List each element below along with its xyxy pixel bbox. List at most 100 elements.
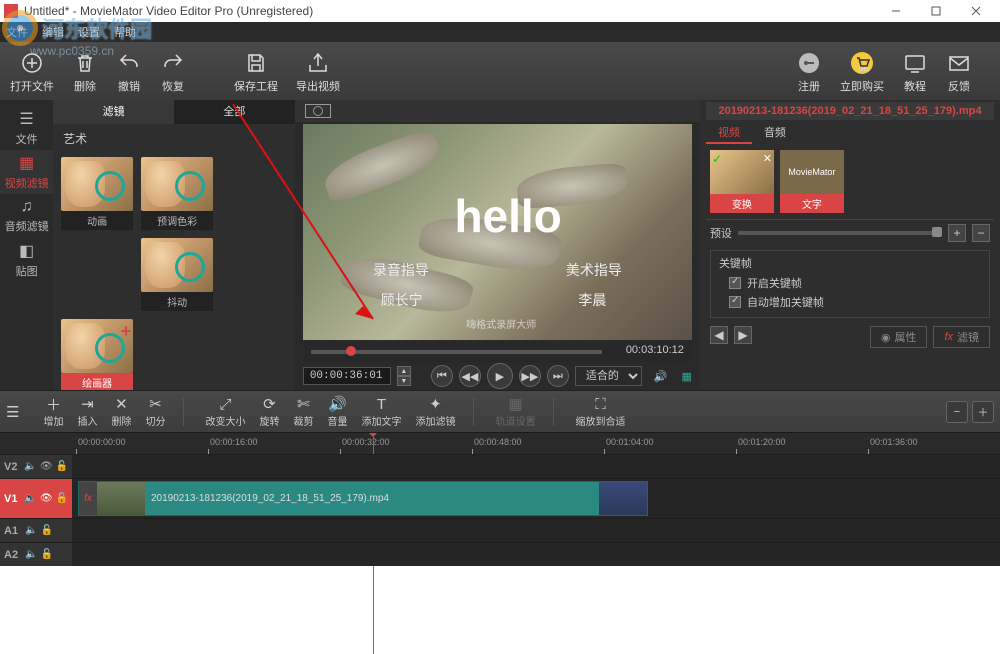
- preset-slider[interactable]: [738, 231, 942, 235]
- volume-icon[interactable]: 🔊: [654, 370, 668, 383]
- keyframe-title: 关键帧: [719, 255, 981, 271]
- filters-button[interactable]: fx滤镜: [933, 326, 990, 348]
- timeline-ruler[interactable]: 00:00:00:00 00:00:16:00 00:00:32:00 00:0…: [0, 432, 1000, 454]
- track-head-a1[interactable]: A1🔈🔓: [0, 519, 72, 542]
- grid-toggle-icon[interactable]: ▦: [682, 370, 692, 383]
- register-button[interactable]: 注册: [796, 50, 822, 94]
- sidebar-item-video-filter[interactable]: ▦视频滤镜: [0, 150, 53, 194]
- tl-fitwindow-button[interactable]: ⛶缩放到合适: [575, 395, 625, 428]
- skip-end-button[interactable]: ⏭: [547, 365, 569, 387]
- preset-add-button[interactable]: +: [948, 224, 966, 242]
- credit-label: 美术指导: [566, 260, 622, 280]
- window-title: Untitled* - MovieMator Video Editor Pro …: [24, 4, 876, 18]
- tl-menu-button[interactable]: ☰: [6, 403, 19, 421]
- filter-tab-filter[interactable]: 滤镜: [53, 100, 174, 124]
- track-v2: V2🔈👁🔓: [0, 454, 1000, 478]
- credit-name: 李晨: [578, 290, 606, 310]
- preset-row: 预设 + −: [706, 219, 994, 246]
- zoom-in-button[interactable]: ＋: [972, 401, 994, 423]
- preview-viewport[interactable]: hello 录音指导 美术指导 顾长宁 李晨 嗨格式录屏大师: [303, 124, 692, 340]
- keyframe-enable-checkbox[interactable]: 开启关键帧: [729, 275, 981, 291]
- tl-insert-button[interactable]: ⇥插入: [77, 395, 97, 428]
- menu-bar: 文件 编辑 设置 帮助: [0, 22, 1000, 42]
- keyframe-auto-checkbox[interactable]: 自动增加关键帧: [729, 294, 981, 310]
- menu-settings[interactable]: 设置: [78, 24, 100, 40]
- attributes-button[interactable]: ◉ 属性: [870, 326, 928, 348]
- applied-filter-text[interactable]: MovieMator 文字: [780, 150, 844, 213]
- main-area: ☰文件 ▦视频滤镜 ♫音频滤镜 ◧贴图 滤镜 全部 艺术 动画 预调色彩 抖动 …: [0, 100, 1000, 390]
- save-project-button[interactable]: 保存工程: [234, 50, 278, 94]
- app-icon: [4, 4, 18, 18]
- timeline-toolbar: ☰ ＋增加 ⇥插入 ✕删除 ✂切分 ⤢改变大小 ⟳旋转 ✄裁剪 🔊音量 T添加文…: [0, 390, 1000, 432]
- minimize-button[interactable]: [876, 0, 916, 22]
- sidebar-item-file[interactable]: ☰文件: [0, 106, 53, 150]
- tl-tracksettings-button[interactable]: ▦轨道设置: [495, 395, 535, 428]
- tl-addfilter-button[interactable]: ✦添加滤镜: [415, 395, 455, 428]
- preview-panel: hello 录音指导 美术指导 顾长宁 李晨 嗨格式录屏大师 00:03:10:…: [295, 100, 700, 390]
- tutorial-button[interactable]: 教程: [902, 50, 928, 94]
- delete-button[interactable]: 删除: [72, 50, 98, 94]
- open-file-button[interactable]: 打开文件: [10, 50, 54, 94]
- prop-tab-audio[interactable]: 音频: [752, 122, 798, 144]
- properties-panel: 20190213-181236(2019_02_21_18_51_25_179)…: [700, 100, 1000, 390]
- playback-controls: ▲▼ ⏮ ◀◀ ▶ ▶▶ ⏭ 适合的 🔊 ▦: [295, 362, 700, 390]
- preset-remove-button[interactable]: −: [972, 224, 990, 242]
- recorder-watermark: 嗨格式录屏大师: [466, 316, 536, 331]
- menu-help[interactable]: 帮助: [114, 24, 136, 40]
- seek-bar[interactable]: 00:03:10:12: [303, 342, 692, 362]
- filter-item[interactable]: 预调色彩: [141, 157, 213, 230]
- applied-filters-list: ✓✕ 变换 MovieMator 文字: [706, 144, 994, 219]
- kf-prev-button[interactable]: ◀: [710, 326, 728, 344]
- filter-thumbnails: 动画 预调色彩 抖动 绘画器: [53, 153, 295, 390]
- export-video-button[interactable]: 导出视频: [296, 50, 340, 94]
- keyframe-nav: ◀ ▶ ◉ 属性 fx滤镜: [706, 322, 994, 352]
- menu-file[interactable]: 文件: [6, 24, 28, 40]
- tl-crop-button[interactable]: ✄裁剪: [293, 395, 313, 428]
- next-frame-button[interactable]: ▶▶: [519, 365, 541, 387]
- tl-resize-button[interactable]: ⤢改变大小: [205, 395, 245, 428]
- filter-item[interactable]: 抖动: [141, 238, 213, 311]
- tl-volume-button[interactable]: 🔊音量: [327, 395, 347, 428]
- overlay-text-hello: hello: [454, 189, 561, 243]
- prop-tab-video[interactable]: 视频: [706, 122, 752, 144]
- filter-tab-all[interactable]: 全部: [174, 100, 295, 124]
- prev-frame-button[interactable]: ◀◀: [459, 365, 481, 387]
- left-sidebar: ☰文件 ▦视频滤镜 ♫音频滤镜 ◧贴图: [0, 100, 53, 390]
- tl-delete-button[interactable]: ✕删除: [111, 395, 131, 428]
- timeline-tracks: V2🔈👁🔓 V1🔈👁🔓 fx 20190213-181236(2019_02_2…: [0, 454, 1000, 566]
- tl-rotate-button[interactable]: ⟳旋转: [259, 395, 279, 428]
- position-marker-icon[interactable]: [305, 104, 331, 118]
- zoom-out-button[interactable]: −: [946, 401, 968, 423]
- fit-mode-select[interactable]: 适合的: [575, 366, 642, 386]
- track-head-v1[interactable]: V1🔈👁🔓: [0, 479, 72, 518]
- tl-add-button[interactable]: ＋增加: [43, 395, 63, 428]
- tl-split-button[interactable]: ✂切分: [145, 395, 165, 428]
- close-button[interactable]: [956, 0, 996, 22]
- timeline-clip[interactable]: fx 20190213-181236(2019_02_21_18_51_25_1…: [78, 481, 648, 516]
- redo-button[interactable]: 恢复: [160, 50, 186, 94]
- main-toolbar: 打开文件 删除 撤销 恢复 保存工程 导出视频 注册 立即购买 教程 反馈: [0, 42, 1000, 100]
- track-head-a2[interactable]: A2🔈🔓: [0, 543, 72, 566]
- skip-start-button[interactable]: ⏮: [431, 365, 453, 387]
- kf-next-button[interactable]: ▶: [734, 326, 752, 344]
- undo-button[interactable]: 撤销: [116, 50, 142, 94]
- sidebar-item-audio-filter[interactable]: ♫音频滤镜: [0, 194, 53, 238]
- preview-top-bar: [295, 100, 700, 122]
- maximize-button[interactable]: [916, 0, 956, 22]
- window-titlebar: Untitled* - MovieMator Video Editor Pro …: [0, 0, 1000, 22]
- timecode-spinner[interactable]: ▲▼: [397, 366, 411, 386]
- track-head-v2[interactable]: V2🔈👁🔓: [0, 455, 72, 478]
- track-v1: V1🔈👁🔓 fx 20190213-181236(2019_02_21_18_5…: [0, 478, 1000, 518]
- menu-edit[interactable]: 编辑: [42, 24, 64, 40]
- filter-item[interactable]: 动画: [61, 157, 133, 230]
- play-button[interactable]: ▶: [487, 363, 513, 389]
- credit-name: 顾长宁: [381, 290, 423, 310]
- feedback-button[interactable]: 反馈: [946, 50, 972, 94]
- tl-addtext-button[interactable]: T添加文字: [361, 395, 401, 428]
- buy-button[interactable]: 立即购买: [840, 50, 884, 94]
- sidebar-item-sticker[interactable]: ◧贴图: [0, 238, 53, 282]
- timecode-input[interactable]: [303, 367, 391, 385]
- clip-label: 20190213-181236(2019_02_21_18_51_25_179)…: [145, 493, 395, 504]
- applied-filter-transform[interactable]: ✓✕ 变换: [710, 150, 774, 213]
- filter-item-selected[interactable]: 绘画器: [61, 319, 133, 390]
